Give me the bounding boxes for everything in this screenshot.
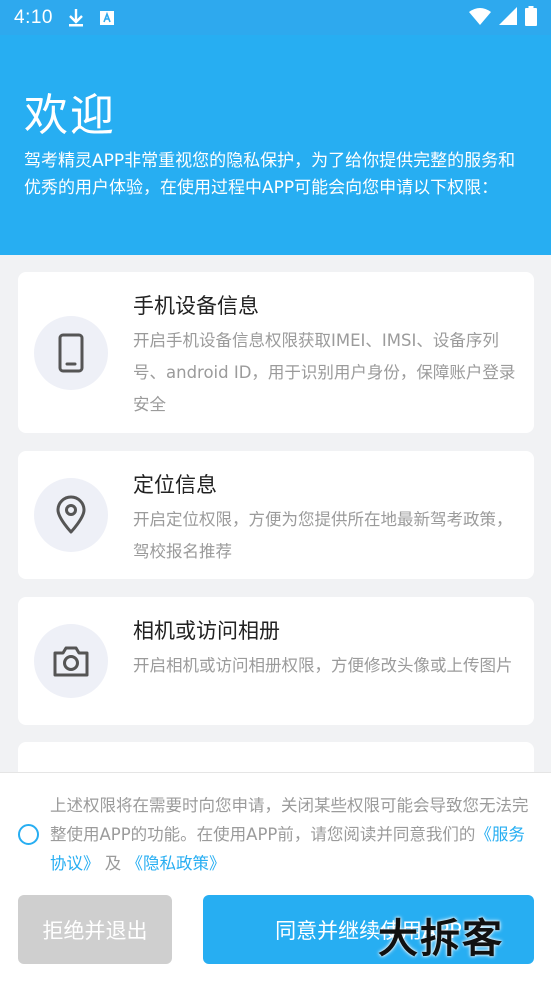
permission-card-camera: 相机或访问相册 开启相机或访问相册权限，方便修改头像或上传图片 (18, 597, 534, 725)
header-description: 驾考精灵APP非常重视您的隐私保护，为了给你提供完整的服务和优秀的用户体验，在使… (24, 151, 516, 198)
consent-notice: 上述权限将在需要时向您申请，关闭某些权限可能会导致您无法完整使用APP的功能。在… (50, 791, 535, 878)
permission-title: 相机或访问相册 (133, 619, 280, 643)
consent-text: 上述权限将在需要时向您申请，关闭某些权限可能会导致您无法完整使用APP的功能。在… (50, 796, 529, 844)
consent-connector: 及 (99, 854, 127, 873)
permission-card-location: 定位信息 开启定位权限，方便为您提供所在地最新驾考政策，驾校报名推荐 (18, 451, 534, 579)
permission-card-device: 手机设备信息 开启手机设备信息权限获取IMEI、IMSI、设备序列号、andro… (18, 272, 534, 433)
page-title: 欢迎 (24, 90, 116, 141)
watermark-logo: 大拆客 (378, 916, 504, 962)
permission-title: 定位信息 (133, 473, 217, 497)
text-a-icon (99, 10, 115, 26)
reject-exit-button[interactable]: 拒绝并退出 (18, 895, 172, 964)
wifi-icon (469, 7, 491, 29)
agree-radio[interactable] (18, 824, 39, 845)
camera-icon (34, 624, 108, 698)
permission-description: 开启相机或访问相册权限，方便修改头像或上传图片 (133, 656, 513, 675)
location-pin-icon (34, 478, 108, 552)
download-icon (67, 8, 85, 28)
privacy-policy-link[interactable]: 《隐私政策》 (127, 854, 226, 873)
signal-icon (499, 6, 517, 29)
phone-icon (34, 316, 108, 390)
battery-icon (525, 5, 537, 30)
welcome-header: 欢迎 驾考精灵APP非常重视您的隐私保护，为了给你提供完整的服务和优秀的用户体验… (0, 35, 551, 255)
status-bar: 4:10 (0, 0, 551, 35)
permission-description: 开启手机设备信息权限获取IMEI、IMSI、设备序列号、android ID，用… (133, 331, 516, 414)
permission-description: 开启定位权限，方便为您提供所在地最新驾考政策，驾校报名推荐 (133, 510, 513, 561)
status-time: 4:10 (14, 6, 53, 28)
permission-title: 手机设备信息 (133, 294, 259, 318)
